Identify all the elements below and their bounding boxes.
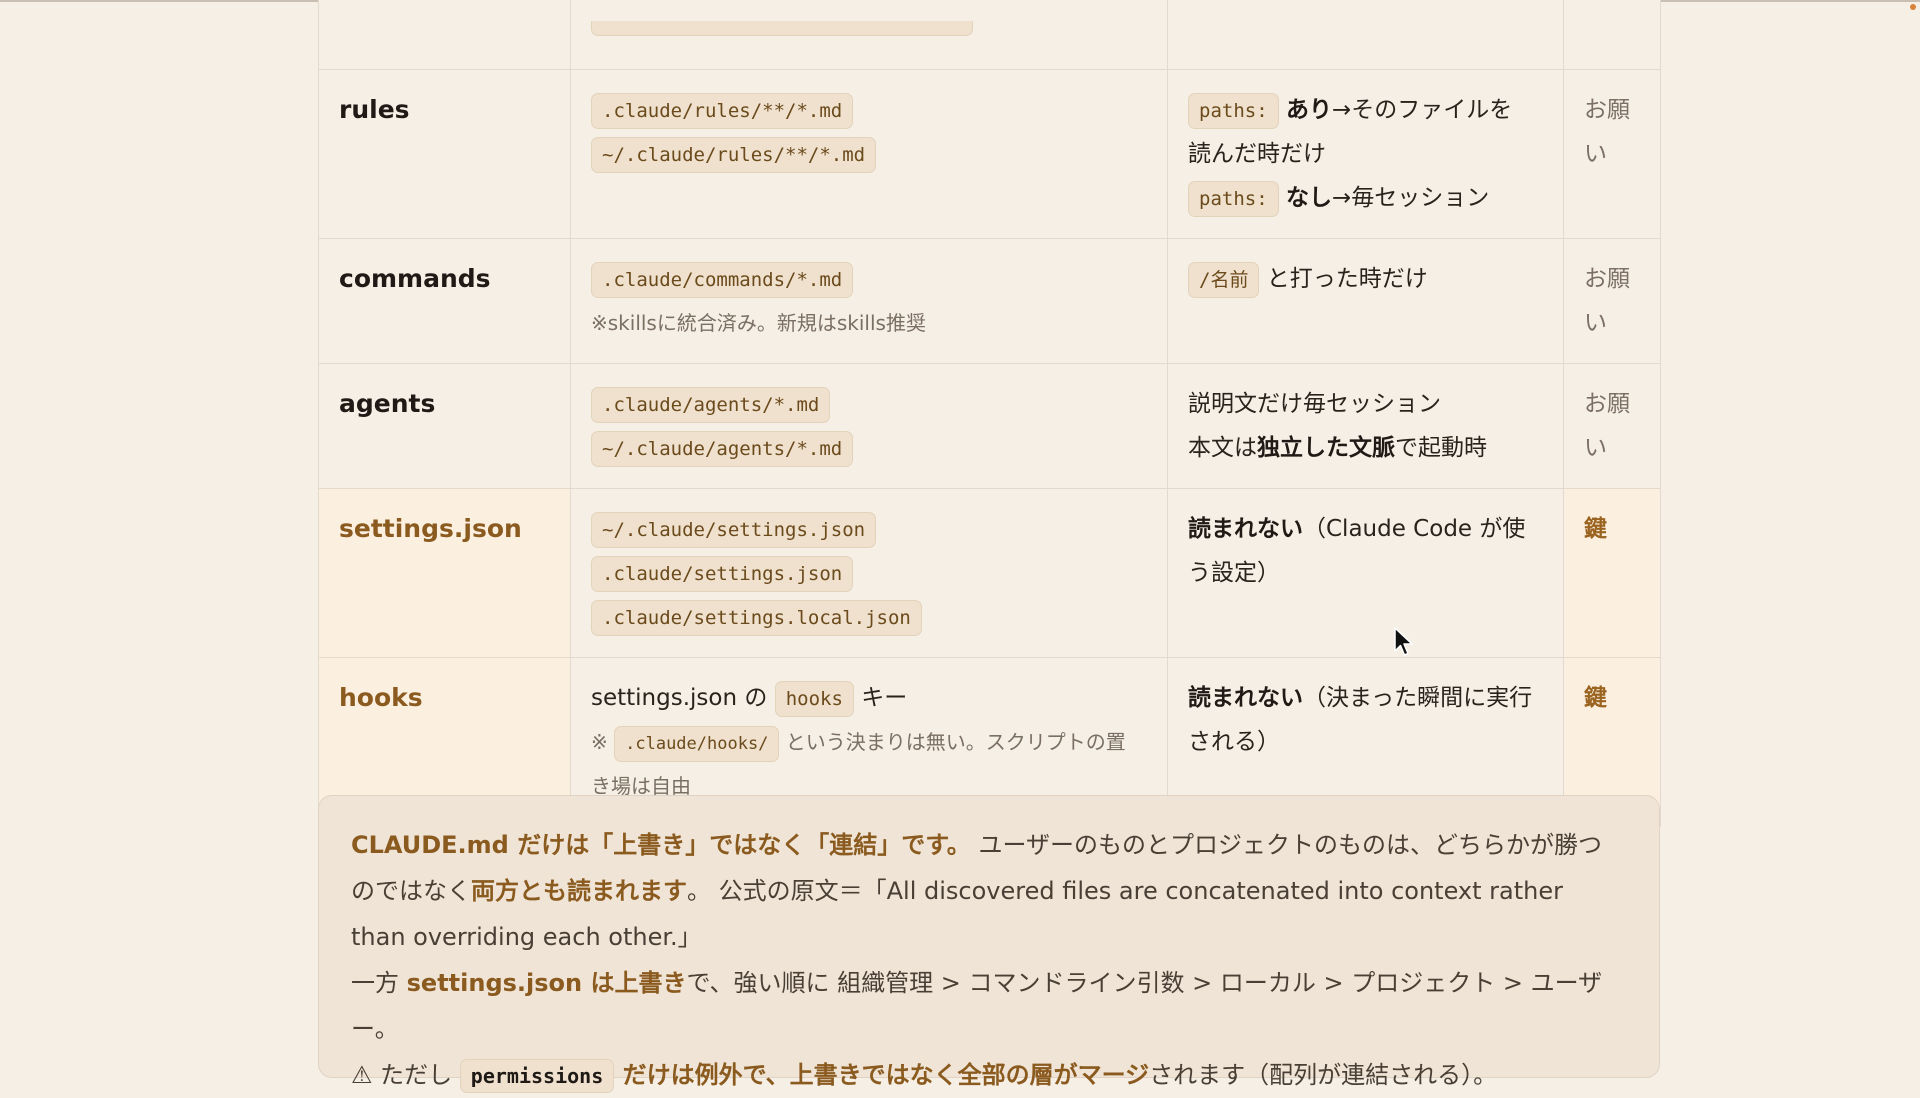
note-text: ※ <box>591 730 615 754</box>
row-name: hooks <box>339 683 423 712</box>
when-text: →そのファイルを <box>1331 97 1513 123</box>
note-text: という決まりは無い。スクリプトの置 <box>779 730 1126 754</box>
callout-line: のではなく両方とも読まれます。 公式の原文＝「All discovered fi… <box>351 868 1627 914</box>
when-bold: 独立した文脈 <box>1257 435 1395 461</box>
when-text-cont: される） <box>1188 729 1280 755</box>
path-code: .claude/agents/*.md <box>591 387 831 423</box>
row-note: ※skillsに統合済み。新規はskills推奨 <box>591 311 926 335</box>
row-name: settings.json <box>339 514 522 543</box>
table-row: commands .claude/commands/*.md ※skillsに統… <box>318 238 1661 364</box>
when-text: で起動時 <box>1395 435 1487 461</box>
callout-accent: settings.json は上書き <box>406 969 687 997</box>
table-row: settings.json ~/.claude/settings.json .c… <box>318 488 1661 658</box>
type-label: お願 <box>1584 391 1630 417</box>
when-bold: なし <box>1285 185 1332 211</box>
when-text-cont: 読んだ時だけ <box>1188 141 1326 167</box>
callout-text: のではなく <box>351 877 471 905</box>
when-bold: 読まれない <box>1188 685 1303 711</box>
when-bold: あり <box>1285 97 1332 123</box>
type-label: お願 <box>1584 97 1630 123</box>
callout-line: than overriding each other.」 <box>351 923 702 951</box>
callout-accent: だけは例外で、上書きではなく全部の層がマージ <box>614 1061 1150 1089</box>
warning-icon: ⚠ ただし <box>351 1061 460 1089</box>
callout-accent: 両方とも読まれます <box>471 877 687 905</box>
type-label: お願 <box>1584 266 1630 292</box>
permissions-code: permissions <box>459 1059 615 1093</box>
row-name: rules <box>339 95 410 124</box>
when-text: （決まった瞬間に実行 <box>1303 685 1533 711</box>
table-row-previous <box>318 0 1661 70</box>
lock-label: 鍵 <box>1584 516 1607 542</box>
when-text: →毎セッション <box>1331 185 1490 211</box>
path-code: .claude/settings.local.json <box>591 600 922 636</box>
status-dot <box>1910 4 1916 10</box>
hooks-code: hooks <box>774 681 854 717</box>
when-text: （Claude Code が使 <box>1303 516 1526 542</box>
row-name: commands <box>339 264 491 293</box>
callout-line: 一方 settings.json は上書きで、強い順に 組織管理 > コマンドラ… <box>351 960 1627 1052</box>
path-code: ~/.claude/rules/**/*.md <box>591 137 877 173</box>
type-label-cont: い <box>1584 310 1607 336</box>
paths-code: paths: <box>1188 181 1279 217</box>
path-code: ~/.claude/agents/*.md <box>591 431 854 467</box>
command-code: /名前 <box>1188 262 1260 298</box>
paths-code: paths: <box>1188 93 1279 129</box>
path-code: .claude/commands/*.md <box>591 262 854 298</box>
callout-accent: CLAUDE.md だけは「上書き」ではなく「連結」です。 <box>351 831 971 859</box>
callout-line: CLAUDE.md だけは「上書き」ではなく「連結」です。 ユーザーのものとプロ… <box>351 822 1627 868</box>
when-text-cont: う設定） <box>1188 560 1280 586</box>
lock-label: 鍵 <box>1584 685 1607 711</box>
where-text: settings.json の <box>591 685 775 711</box>
path-code: .claude/rules/**/*.md <box>591 93 854 129</box>
code-chip-partial <box>591 21 973 36</box>
mouse-pointer-icon <box>1394 627 1413 656</box>
when-text: 本文は <box>1188 435 1257 461</box>
callout-text: されます（配列が連結される）。 <box>1149 1061 1498 1089</box>
callout-text: ユーザーのものとプロジェクトのものは、どちらかが勝つ <box>970 831 1602 859</box>
table-row: agents .claude/agents/*.md ~/.claude/age… <box>318 363 1661 489</box>
callout-text: 一方 <box>351 969 407 997</box>
when-text: と打った時だけ <box>1259 266 1428 292</box>
callout-text: 。 公式の原文＝「All discovered files are concat… <box>687 877 1563 905</box>
when-bold: 読まれない <box>1188 516 1303 542</box>
path-code: ~/.claude/settings.json <box>591 512 877 548</box>
path-code: .claude/settings.json <box>591 556 854 592</box>
row-name: agents <box>339 389 436 418</box>
callout-line: ⚠ ただし permissions だけは例外で、上書きではなく全部の層がマージ… <box>351 1052 1627 1098</box>
where-text: キー <box>853 685 908 711</box>
callout-box: CLAUDE.md だけは「上書き」ではなく「連結」です。 ユーザーのものとプロ… <box>318 795 1660 1093</box>
when-text: 説明文だけ毎セッション <box>1188 391 1441 417</box>
type-label-cont: い <box>1584 141 1607 167</box>
config-table: rules .claude/rules/**/*.md ~/.claude/ru… <box>318 0 1661 827</box>
table-row: rules .claude/rules/**/*.md ~/.claude/ru… <box>318 69 1661 239</box>
type-label-cont: い <box>1584 435 1607 461</box>
hooks-dir-code: .claude/hooks/ <box>614 726 780 762</box>
